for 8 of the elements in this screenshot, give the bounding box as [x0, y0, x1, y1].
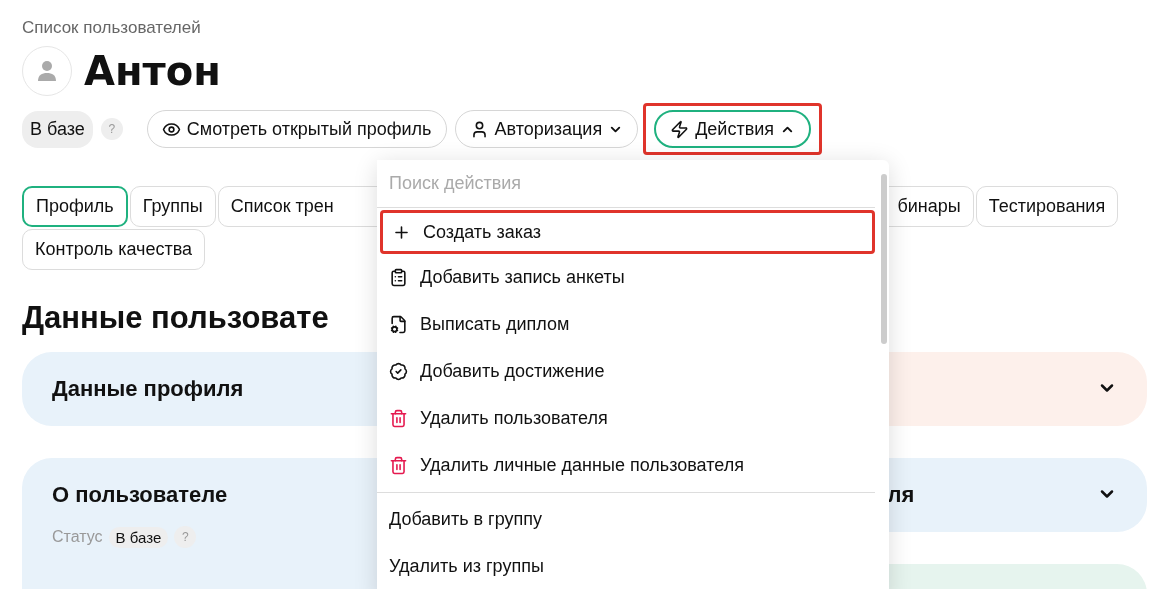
status-label: Статус — [52, 528, 103, 546]
section-title: Данные пользовате — [22, 300, 329, 336]
status-badge: В базе — [108, 526, 169, 548]
card-title: Данные профиля — [52, 376, 244, 402]
status-badge: В базе — [22, 110, 93, 148]
user-name: Антон — [84, 48, 221, 94]
card-title: ля — [887, 482, 915, 508]
card-title: О пользователе — [52, 482, 228, 508]
